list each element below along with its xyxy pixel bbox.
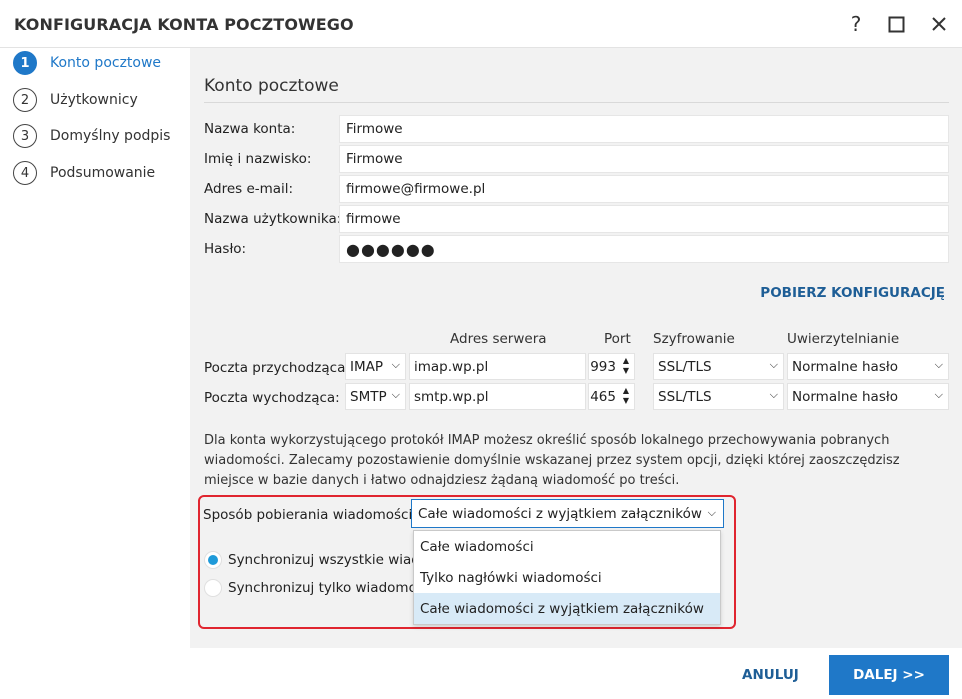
close-icon[interactable] <box>925 10 953 38</box>
cancel-button[interactable]: ANULUJ <box>742 667 799 683</box>
outgoing-encryption-select[interactable]: SSL/TLS ⌵ <box>653 383 784 410</box>
dialog-footer: ANULUJ DALEJ >> <box>0 648 962 699</box>
chevron-down-icon: ⌵ <box>769 388 778 401</box>
step-account[interactable]: 1 Konto pocztowe <box>13 50 161 76</box>
outgoing-server-input[interactable]: smtp.wp.pl <box>409 383 586 410</box>
incoming-auth-select[interactable]: Normalne hasło ⌵ <box>787 353 949 380</box>
step-number: 3 <box>13 124 37 148</box>
chevron-down-icon: ⌵ <box>769 358 778 371</box>
step-signature[interactable]: 3 Domyślny podpis <box>13 123 170 149</box>
email-input[interactable]: firmowe@firmowe.pl <box>339 175 949 203</box>
wizard-steps-sidebar: 1 Konto pocztowe 2 Użytkownicy 3 Domyśln… <box>0 48 190 699</box>
chevron-down-icon: ⌵ <box>934 358 943 371</box>
dropdown-option-no-attachments[interactable]: Całe wiadomości z wyjątkiem załączników <box>414 593 720 624</box>
col-header-auth: Uwierzytelnianie <box>787 331 900 347</box>
step-label: Domyślny podpis <box>50 128 171 144</box>
incoming-auth-value: Normalne hasło <box>792 358 898 375</box>
dropdown-option-full[interactable]: Całe wiadomości <box>414 531 720 562</box>
account-name-input[interactable]: Firmowe <box>339 115 949 143</box>
step-summary[interactable]: 4 Podsumowanie <box>13 160 155 186</box>
col-header-port: Port <box>604 331 631 347</box>
help-icon[interactable]: ? <box>842 10 870 38</box>
incoming-server-input[interactable]: imap.wp.pl <box>409 353 586 380</box>
section-divider <box>204 102 949 103</box>
step-label: Użytkownicy <box>50 92 138 108</box>
outgoing-encryption-value: SSL/TLS <box>658 388 712 405</box>
incoming-encryption-select[interactable]: SSL/TLS ⌵ <box>653 353 784 380</box>
step-label: Podsumowanie <box>50 165 156 181</box>
email-label: Adres e-mail: <box>204 181 294 197</box>
sync-only-label: Synchronizuj tylko wiadomości <box>228 580 413 596</box>
incoming-mail-label: Poczta przychodząca: <box>204 360 350 376</box>
incoming-encryption-value: SSL/TLS <box>658 358 712 375</box>
section-title: Konto pocztowe <box>204 76 339 96</box>
outgoing-port-input[interactable]: 465 ▲ ▼ <box>588 383 635 410</box>
step-label: Konto pocztowe <box>50 55 162 71</box>
title-bar: KONFIGURACJA KONTA POCZTOWEGO ? <box>0 0 962 48</box>
chevron-down-icon: ⌵ <box>707 506 716 519</box>
col-header-address: Adres serwera <box>450 331 547 347</box>
next-button[interactable]: DALEJ >> <box>829 655 949 695</box>
imap-info-text: Dla konta wykorzystującego protokół IMAP… <box>204 433 900 488</box>
radio-selected-icon <box>204 551 222 569</box>
incoming-port-value: 993 <box>590 358 616 375</box>
full-name-label: Imię i nazwisko: <box>204 151 312 167</box>
password-input[interactable]: ●●●●●● <box>339 235 949 263</box>
spinner-icon[interactable]: ▲ ▼ <box>621 386 631 406</box>
account-name-label: Nazwa konta: <box>204 121 296 137</box>
spinner-icon[interactable]: ▲ ▼ <box>621 356 631 376</box>
sync-all-radio[interactable]: Synchronizuj wszystkie wiadomości <box>204 551 413 569</box>
sync-only-radio[interactable]: Synchronizuj tylko wiadomości <box>204 579 413 597</box>
fetch-method-dropdown: Całe wiadomości Tylko nagłówki wiadomośc… <box>413 530 721 625</box>
username-input[interactable]: firmowe <box>339 205 949 233</box>
outgoing-auth-select[interactable]: Normalne hasło ⌵ <box>787 383 949 410</box>
window-title: KONFIGURACJA KONTA POCZTOWEGO <box>14 15 354 34</box>
full-name-input[interactable]: Firmowe <box>339 145 949 173</box>
content-panel: Konto pocztowe Nazwa konta: Firmowe Imię… <box>190 48 962 648</box>
outgoing-auth-value: Normalne hasło <box>792 388 898 405</box>
fetch-method-label: Sposób pobierania wiadomości: <box>203 507 417 523</box>
step-users[interactable]: 2 Użytkownicy <box>13 87 138 113</box>
outgoing-mail-label: Poczta wychodząca: <box>204 390 340 406</box>
incoming-port-input[interactable]: 993 ▲ ▼ <box>588 353 635 380</box>
fetch-method-value: Całe wiadomości z wyjątkiem załączników <box>418 505 702 522</box>
chevron-down-icon: ⌵ <box>391 358 400 371</box>
step-number: 1 <box>13 51 37 75</box>
incoming-protocol-select[interactable]: IMAP ⌵ <box>345 353 406 380</box>
fetch-config-button[interactable]: POBIERZ KONFIGURACJĘ <box>760 285 945 301</box>
sync-all-label: Synchronizuj wszystkie wiadomości <box>228 552 413 568</box>
incoming-protocol-value: IMAP <box>350 358 384 375</box>
outgoing-port-value: 465 <box>590 388 616 405</box>
password-label: Hasło: <box>204 241 247 257</box>
col-header-encryption: Szyfrowanie <box>653 331 735 347</box>
dropdown-option-headers[interactable]: Tylko nagłówki wiadomości <box>414 562 720 593</box>
fetch-method-select[interactable]: Całe wiadomości z wyjątkiem załączników … <box>411 499 724 528</box>
step-number: 2 <box>13 88 37 112</box>
chevron-down-icon: ⌵ <box>934 388 943 401</box>
maximize-icon[interactable] <box>882 10 910 38</box>
radio-unselected-icon <box>204 579 222 597</box>
outgoing-protocol-value: SMTP <box>350 388 387 405</box>
username-label: Nazwa użytkownika: <box>204 211 342 227</box>
chevron-down-icon: ⌵ <box>391 388 400 401</box>
outgoing-protocol-select[interactable]: SMTP ⌵ <box>345 383 406 410</box>
step-number: 4 <box>13 161 37 185</box>
